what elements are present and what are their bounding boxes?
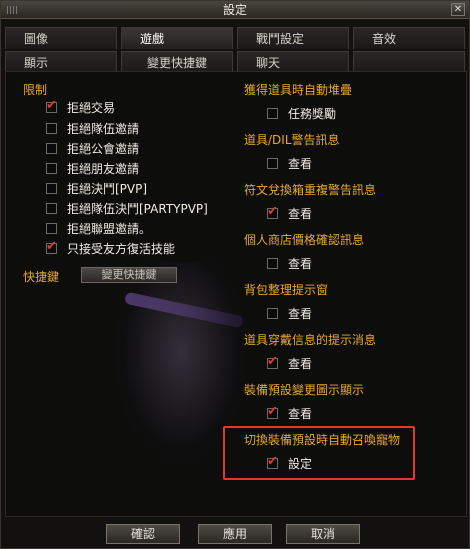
option-equip-info-prompt-view[interactable]: 查看 [267,354,312,372]
checkbox[interactable] [46,162,57,174]
option-label: 拒絕交易 [67,100,116,115]
option-shop-price-confirm-view[interactable]: 查看 [267,254,312,272]
tab-game[interactable]: 遊戲 [121,27,233,49]
checkbox[interactable] [267,404,278,419]
limit-section-title: 限制 [23,83,48,97]
tab-change-hotkeys[interactable]: 變更快捷鍵 [121,51,233,73]
option-label: 拒絕朋友邀請 [67,161,140,176]
section-auto-stack-title: 獲得道具時自動堆疊 [244,83,353,97]
option-label: 拒絕隊伍決鬥[PARTYPVP] [67,201,208,216]
option-label: 查看 [288,406,313,421]
option-refuse-party-invite[interactable]: 拒絕隊伍邀請 [46,119,139,137]
section-equip-preset-icon-title: 裝備預設變更圖示顯示 [244,383,365,397]
apply-button[interactable]: 應用 [198,524,272,544]
hotkey-section-title: 快捷鍵 [23,270,60,284]
tab-sound[interactable]: 音效 [353,27,465,49]
checkbox[interactable] [46,142,57,154]
checkbox[interactable] [267,354,278,369]
title-bar[interactable]: 設定 ✕ [1,1,469,19]
checkbox[interactable] [46,239,57,254]
tab-graphics[interactable]: 圖像 [5,27,117,49]
option-label: 查看 [288,306,313,321]
option-quest-reward[interactable]: 任務獎勵 [267,104,336,122]
option-label: 查看 [288,256,313,271]
option-label: 查看 [288,206,313,221]
option-label: 只接受友方復活技能 [67,241,176,256]
checkbox[interactable] [46,202,57,214]
checkbox[interactable] [267,107,278,119]
checkbox[interactable] [267,157,278,169]
option-label: 查看 [288,356,313,371]
close-button[interactable]: ✕ [451,3,465,16]
option-friendly-revive-only[interactable]: 只接受友方復活技能 [46,239,175,257]
section-shop-price-confirm-title: 個人商店價格確認訊息 [244,233,365,247]
change-hotkey-button[interactable]: 變更快捷鍵 [81,267,177,283]
option-refuse-party-pvp[interactable]: 拒絕隊伍決鬥[PARTYPVP] [46,199,208,217]
tab-empty [353,51,465,73]
grip-left-icon [7,6,17,14]
tab-combat-settings[interactable]: 戰鬥設定 [237,27,349,49]
confirm-button[interactable]: 確認 [106,524,180,544]
tab-row-1: 圖像 遊戲 戰鬥設定 音效 [5,27,465,49]
option-dil-warning-view[interactable]: 查看 [267,154,312,172]
tab-row-2: 顯示 變更快捷鍵 聊天 [5,51,465,73]
option-label: 拒絕聯盟邀請。 [67,221,152,236]
section-rune-box-warning-title: 符文兌換箱重複警告訊息 [244,183,377,197]
checkbox[interactable] [46,222,57,234]
section-auto-summon-pet-title: 切換裝備預設時自動召喚寵物 [244,433,401,447]
option-refuse-guild-invite[interactable]: 拒絕公會邀請 [46,139,139,157]
option-label: 查看 [288,156,313,171]
option-label: 任務獎勵 [288,106,337,121]
option-refuse-friend-invite[interactable]: 拒絕朋友邀請 [46,159,139,177]
tab-chat[interactable]: 聊天 [237,51,349,73]
option-rune-box-warning-view[interactable]: 查看 [267,204,312,222]
tab-display[interactable]: 顯示 [5,51,117,73]
checkbox[interactable] [46,182,57,194]
checkbox[interactable] [267,204,278,219]
checkbox[interactable] [267,257,278,269]
section-dil-warning-title: 道具/DIL警告訊息 [244,133,340,147]
settings-window: 設定 ✕ 圖像 遊戲 戰鬥設定 音效 顯示 變更快捷鍵 聊天 限制 拒絕交易 拒… [0,0,470,549]
section-bag-sort-prompt-title: 背包整理提示窗 [244,283,329,297]
option-label: 拒絕隊伍邀請 [67,121,140,136]
section-equip-info-prompt-title: 道具穿戴信息的提示消息 [244,333,377,347]
option-refuse-trade[interactable]: 拒絕交易 [46,98,115,116]
option-label: 拒絕公會邀請 [67,141,140,156]
option-equip-preset-icon-view[interactable]: 查看 [267,404,312,422]
checkbox[interactable] [267,454,278,469]
checkbox[interactable] [46,98,57,113]
option-label: 設定 [288,456,313,471]
checkbox[interactable] [267,307,278,319]
option-refuse-pvp[interactable]: 拒絕決鬥[PVP] [46,179,147,197]
window-title: 設定 [222,3,247,17]
option-label: 拒絕決鬥[PVP] [67,181,148,196]
checkbox[interactable] [46,122,57,134]
option-bag-sort-prompt-view[interactable]: 查看 [267,304,312,322]
cancel-button[interactable]: 取消 [286,524,360,544]
option-refuse-alliance-invite[interactable]: 拒絕聯盟邀請。 [46,219,151,237]
option-auto-summon-pet-setting[interactable]: 設定 [267,454,312,472]
